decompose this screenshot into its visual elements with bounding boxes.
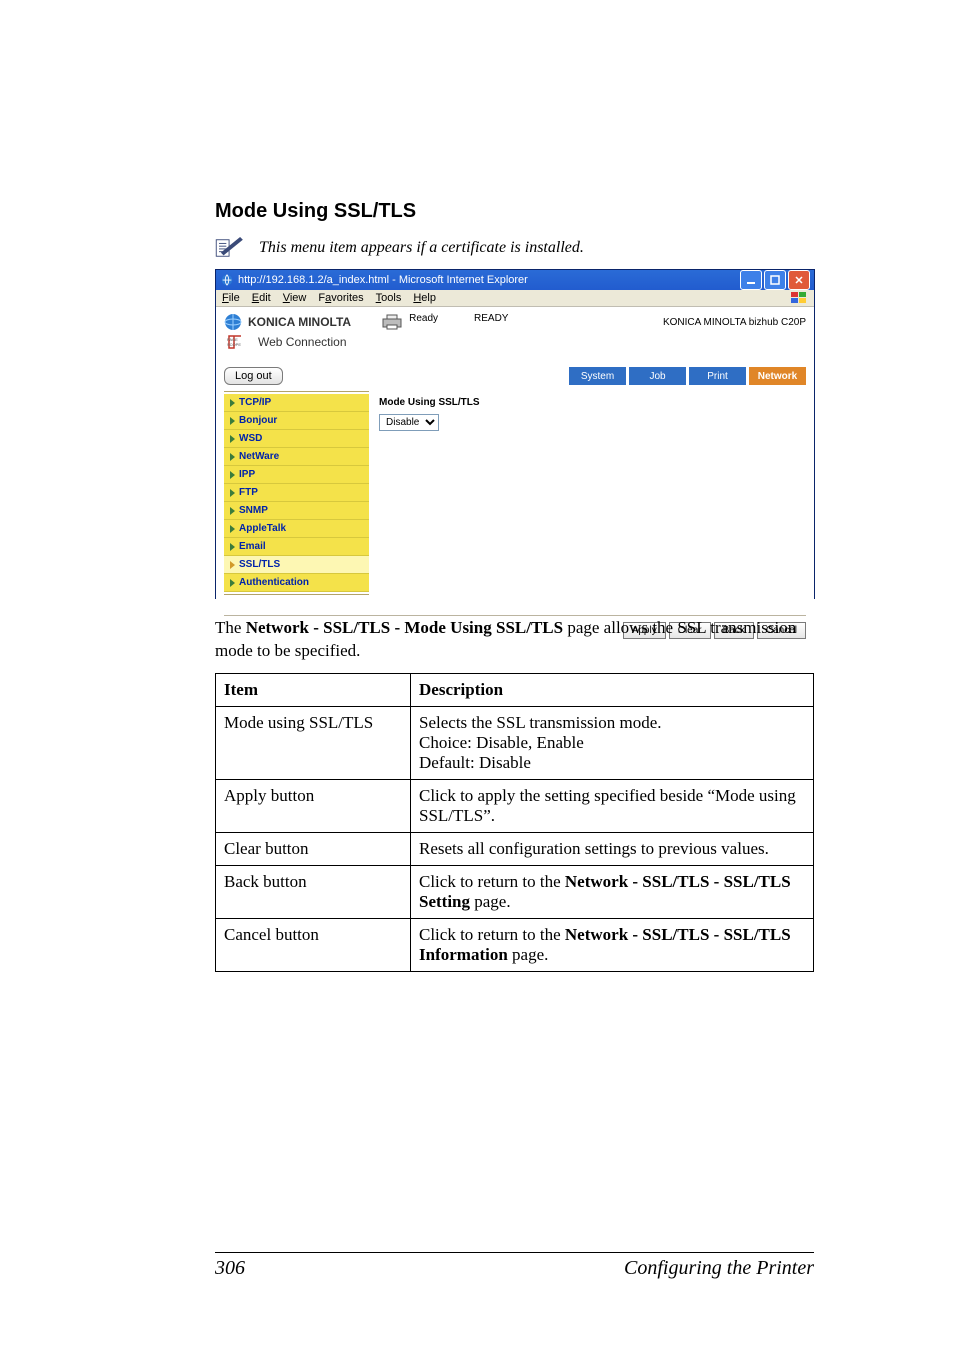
section-heading: Mode Using SSL/TLS (215, 200, 814, 223)
table-row: Back button Click to return to the Netwo… (216, 865, 814, 918)
triangle-icon (230, 471, 235, 479)
main-panel-title: Mode Using SSL/TLS (379, 397, 796, 408)
menu-file[interactable]: File (222, 292, 240, 304)
menu-edit[interactable]: Edit (252, 292, 271, 304)
status-label: Ready (409, 313, 438, 324)
sidebar-item-email[interactable]: Email (224, 538, 369, 556)
note-text: This menu item appears if a certificate … (259, 239, 584, 257)
triangle-icon (230, 453, 235, 461)
page-footer: 306 Configuring the Printer (215, 1252, 814, 1280)
tab-system[interactable]: System (569, 367, 626, 385)
menu-view[interactable]: View (283, 292, 307, 304)
menu-favorites[interactable]: Favorites (318, 292, 363, 304)
triangle-icon (230, 507, 235, 515)
page-number: 306 (215, 1257, 245, 1280)
logout-button[interactable]: Log out (224, 367, 283, 385)
triangle-icon (230, 399, 235, 407)
title-bar: http://192.168.1.2/a_index.html - Micros… (216, 270, 814, 290)
brand-name: KONICA MINOLTA (248, 315, 351, 329)
sidebar-item-appletalk[interactable]: AppleTalk (224, 520, 369, 538)
screenshot-window: http://192.168.1.2/a_index.html - Micros… (215, 269, 815, 599)
triangle-icon (230, 435, 235, 443)
sidebar-item-wsd[interactable]: WSD (224, 430, 369, 448)
triangle-icon (230, 417, 235, 425)
sidebar-item-bonjour[interactable]: Bonjour (224, 412, 369, 430)
note-row: This menu item appears if a certificate … (215, 237, 814, 259)
sidebar-item-ssltls[interactable]: SSL/TLS (224, 556, 369, 574)
triangle-icon (230, 579, 235, 587)
footer-title: Configuring the Printer (624, 1257, 814, 1280)
sidebar-item-tcpip[interactable]: TCP/IP (224, 394, 369, 412)
sidebar-item-ftp[interactable]: FTP (224, 484, 369, 502)
sidebar-item-snmp[interactable]: SNMP (224, 502, 369, 520)
mode-select[interactable]: Disable (379, 414, 439, 431)
triangle-icon (230, 561, 235, 569)
triangle-icon (230, 543, 235, 551)
printer-icon (381, 313, 403, 331)
th-item: Item (216, 673, 411, 706)
description-table: Item Description Mode using SSL/TLS Sele… (215, 673, 814, 972)
menu-help[interactable]: Help (413, 292, 436, 304)
windows-flag-icon (790, 290, 808, 306)
svg-text:SCOPE: SCOPE (227, 342, 241, 347)
table-row: Apply button Click to apply the setting … (216, 779, 814, 832)
close-button[interactable] (788, 270, 810, 290)
tab-print[interactable]: Print (689, 367, 746, 385)
window-title: http://192.168.1.2/a_index.html - Micros… (238, 274, 528, 286)
tab-job[interactable]: Job (629, 367, 686, 385)
brand-sub: Web Connection (258, 335, 347, 349)
triangle-icon (230, 489, 235, 497)
minimize-button[interactable] (740, 270, 762, 290)
table-row: Cancel button Click to return to the Net… (216, 918, 814, 971)
menu-tools[interactable]: Tools (376, 292, 402, 304)
sidebar: TCP/IP Bonjour WSD NetWare IPP FTP SNMP … (224, 391, 369, 597)
triangle-icon (230, 525, 235, 533)
menu-bar: File Edit View Favorites Tools Help (216, 290, 814, 307)
brand-globe-icon (224, 313, 242, 331)
maximize-button[interactable] (764, 270, 786, 290)
status-value: READY (474, 313, 508, 324)
th-description: Description (411, 673, 814, 706)
sidebar-item-authentication[interactable]: Authentication (224, 574, 369, 592)
table-row: Mode using SSL/TLS Selects the SSL trans… (216, 706, 814, 779)
tab-network[interactable]: Network (749, 367, 806, 385)
model-label: KONICA MINOLTA bizhub C20P (663, 313, 806, 328)
pagescope-icon: PAGESCOPE (224, 335, 254, 349)
table-row: Clear button Resets all configuration se… (216, 832, 814, 865)
ie-icon (220, 273, 234, 287)
sidebar-item-netware[interactable]: NetWare (224, 448, 369, 466)
note-icon (215, 237, 245, 259)
sidebar-item-ipp[interactable]: IPP (224, 466, 369, 484)
